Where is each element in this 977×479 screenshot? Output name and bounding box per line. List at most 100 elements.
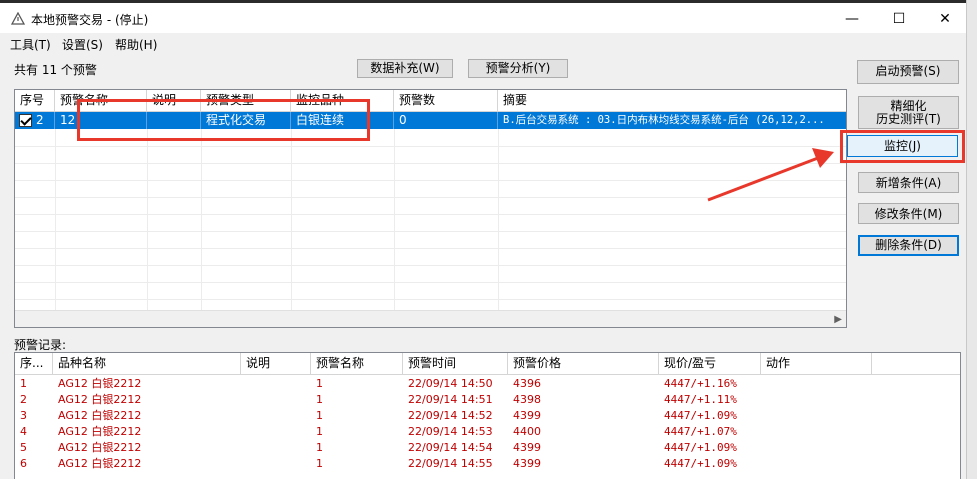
log-column-seq[interactable]: 序... — [15, 353, 53, 375]
horizontal-scrollbar[interactable]: ▶ — [15, 310, 846, 327]
close-button[interactable]: ✕ — [922, 6, 968, 32]
grid-line — [291, 129, 292, 313]
log-cell-seq: 4 — [20, 425, 27, 438]
log-column-pnl[interactable]: 现价/盈亏 — [659, 353, 761, 375]
log-column-price[interactable]: 预警价格 — [508, 353, 659, 375]
log-cell-alert: 1 — [316, 377, 323, 390]
checkbox-checked-icon[interactable] — [19, 114, 32, 127]
log-cell-time: 22/09/14 14:52 — [408, 409, 493, 422]
grid-line — [15, 231, 846, 232]
grid-line — [55, 129, 56, 313]
log-cell-seq: 5 — [20, 441, 27, 454]
menu-help[interactable]: 帮助(H) — [115, 36, 157, 53]
highlight-box-row — [77, 99, 370, 141]
add-condition-button[interactable]: 新增条件(A) — [858, 172, 959, 193]
log-column-action[interactable]: 动作 — [761, 353, 872, 375]
log-cell-seq: 3 — [20, 409, 27, 422]
log-row[interactable]: 5 AG12 白银2212 1 22/09/14 14:54 4399 4447… — [15, 440, 960, 456]
delete-condition-button[interactable]: 删除条件(D) — [858, 235, 959, 256]
log-cell-note — [241, 440, 311, 456]
log-cell-product: AG12 白银2212 — [58, 425, 142, 438]
log-cell-alert: 1 — [316, 409, 323, 422]
menu-bar: 工具(T) 设置(S) 帮助(H) — [0, 33, 966, 53]
log-cell-alert: 1 — [316, 457, 323, 470]
alert-log-header: 序... 品种名称 说明 预警名称 预警时间 预警价格 现价/盈亏 动作 — [15, 353, 960, 375]
log-cell-price: 4400 — [513, 425, 541, 438]
column-header-summary[interactable]: 摘要 — [498, 90, 846, 112]
log-cell-pnl: 4447/+1.09% — [664, 409, 737, 422]
log-cell-pnl: 4447/+1.07% — [664, 425, 737, 438]
highlight-box-monitor — [840, 130, 965, 163]
log-cell-seq: 6 — [20, 457, 27, 470]
cell-summary: B.后台交易系统 : 03.日内布林均线交易系统-后台 (26,12,2... — [503, 114, 825, 126]
log-column-alert[interactable]: 预警名称 — [311, 353, 403, 375]
cell-count: 0 — [394, 112, 498, 129]
grid-line — [15, 282, 846, 283]
grid-line — [147, 129, 148, 313]
cell-index: 2 — [33, 112, 55, 129]
modify-condition-button[interactable]: 修改条件(M) — [858, 203, 959, 224]
maximize-button[interactable]: ☐ — [876, 6, 922, 32]
menu-tools[interactable]: 工具(T) — [10, 36, 51, 53]
log-row-partial — [15, 472, 960, 479]
log-cell-price: 4398 — [513, 393, 541, 406]
log-cell-alert: 1 — [316, 393, 323, 406]
log-row[interactable]: 2 AG12 白银2212 1 22/09/14 14:51 4398 4447… — [15, 392, 960, 408]
log-cell-product: AG12 白银2212 — [58, 441, 142, 454]
log-row[interactable]: 3 AG12 白银2212 1 22/09/14 14:52 4399 4447… — [15, 408, 960, 424]
log-cell-price: 4396 — [513, 377, 541, 390]
grid-line — [15, 214, 846, 215]
grid-line — [15, 265, 846, 266]
warning-triangle-icon — [11, 12, 25, 25]
title-bar: 本地预警交易 - (停止) — ☐ ✕ — [0, 3, 966, 33]
grid-line — [394, 129, 395, 313]
log-row[interactable]: 1 AG12 白银2212 1 22/09/14 14:50 4396 4447… — [15, 376, 960, 392]
log-cell-action — [761, 392, 872, 408]
grid-line — [15, 248, 846, 249]
grid-line — [15, 299, 846, 300]
log-row[interactable]: 6 AG12 白银2212 1 22/09/14 14:55 4399 4447… — [15, 456, 960, 472]
log-cell-pnl: 4447/+1.16% — [664, 377, 737, 390]
log-column-note[interactable]: 说明 — [241, 353, 311, 375]
log-cell-time: 22/09/14 14:54 — [408, 441, 493, 454]
log-cell-time: 22/09/14 14:50 — [408, 377, 493, 390]
grid-line — [15, 180, 846, 181]
log-column-time[interactable]: 预警时间 — [403, 353, 508, 375]
log-cell-time: 22/09/14 14:53 — [408, 425, 493, 438]
grid-line — [15, 163, 846, 164]
log-cell-price: 4399 — [513, 457, 541, 470]
alert-log-label: 预警记录: — [14, 338, 67, 352]
log-cell-action — [761, 456, 872, 472]
log-cell-note — [241, 456, 311, 472]
refine-backtest-button[interactable]: 精细化 历史测评(T) — [858, 96, 959, 129]
log-cell-price: 4399 — [513, 441, 541, 454]
log-cell-product: AG12 白银2212 — [58, 377, 142, 390]
alert-analysis-button[interactable]: 预警分析(Y) — [468, 59, 568, 78]
log-cell-time: 22/09/14 14:51 — [408, 393, 493, 406]
minimize-button[interactable]: — — [829, 6, 875, 32]
data-fill-button[interactable]: 数据补充(W) — [357, 59, 453, 78]
alert-log-table[interactable]: 序... 品种名称 说明 预警名称 预警时间 预警价格 现价/盈亏 动作 1 A… — [14, 352, 961, 479]
grid-line — [15, 146, 846, 147]
log-cell-pnl: 4447/+1.09% — [664, 457, 737, 470]
log-cell-seq: 1 — [20, 377, 27, 390]
column-header-index[interactable]: 序号 — [15, 90, 55, 112]
log-cell-action — [761, 440, 872, 456]
column-header-count[interactable]: 预警数 — [394, 90, 498, 112]
log-cell-product: AG12 白银2212 — [58, 409, 142, 422]
log-cell-note — [241, 392, 311, 408]
log-cell-time: 22/09/14 14:55 — [408, 457, 493, 470]
log-cell-alert: 1 — [316, 441, 323, 454]
log-column-product[interactable]: 品种名称 — [53, 353, 241, 375]
menu-settings[interactable]: 设置(S) — [62, 36, 103, 53]
log-cell-pnl: 4447/+1.11% — [664, 393, 737, 406]
start-alert-button[interactable]: 启动预警(S) — [857, 60, 959, 84]
log-cell-action — [761, 408, 872, 424]
chevron-right-icon[interactable]: ▶ — [834, 314, 842, 325]
log-cell-alert: 1 — [316, 425, 323, 438]
log-cell-action — [761, 376, 872, 392]
log-row[interactable]: 4 AG12 白银2212 1 22/09/14 14:53 4400 4447… — [15, 424, 960, 440]
log-cell-note — [241, 376, 311, 392]
log-cell-seq — [15, 472, 53, 479]
log-cell-price: 4399 — [513, 409, 541, 422]
